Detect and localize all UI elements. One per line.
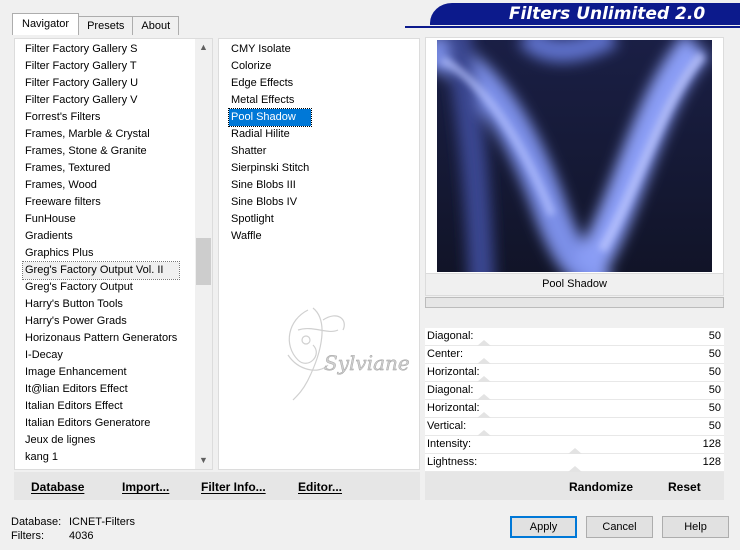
scroll-down-icon[interactable]: ▼	[195, 452, 212, 469]
category-item[interactable]: I-Decay	[23, 347, 179, 364]
watermark-text: Sylviane	[324, 351, 410, 375]
category-item[interactable]: Frames, Textured	[23, 160, 179, 177]
randomize-button[interactable]: Randomize	[569, 480, 633, 494]
reset-button[interactable]: Reset	[668, 480, 701, 494]
category-item[interactable]: Frames, Stone & Granite	[23, 143, 179, 160]
category-item[interactable]: Forrest's Filters	[23, 109, 179, 126]
preview-frame	[425, 37, 724, 274]
tab-navigator[interactable]: Navigator	[12, 13, 80, 35]
filter-item[interactable]: CMY Isolate	[229, 41, 311, 58]
database-label: Database:	[11, 516, 62, 528]
filter-items: CMY Isolate Colorize Edge Effects Metal Eff…	[227, 41, 313, 245]
scrollbar-thumb[interactable]	[196, 238, 211, 285]
app-banner: Filters Unlimited 2.0	[430, 3, 740, 25]
category-item[interactable]: It@lian Editors Effect	[23, 381, 179, 398]
help-button[interactable]: Help	[662, 516, 729, 538]
parameter-panel: Diagonal: 50 Center: 50 Horizontal: 50 Diagona…	[425, 328, 724, 472]
scroll-up-icon[interactable]: ▲	[195, 39, 212, 56]
category-item[interactable]: Italian Editors Effect	[23, 398, 179, 415]
category-list[interactable]: Filter Factory Gallery S Filter Factory G…	[14, 38, 213, 470]
parameter-label: Intensity:	[427, 438, 472, 450]
database-value: ICNET-Filters	[69, 516, 135, 528]
parameter-value: 50	[708, 348, 721, 360]
category-item[interactable]: Harry's Power Grads	[23, 313, 179, 330]
parameter-slider[interactable]: Horizontal: 50	[425, 400, 724, 418]
category-item[interactable]: Graphics Plus	[23, 245, 179, 262]
parameter-value: 50	[708, 384, 721, 396]
filter-item[interactable]: Spotlight	[229, 211, 311, 228]
filter-info-button[interactable]: Filter Info...	[201, 480, 266, 494]
parameter-label: Diagonal:	[427, 330, 474, 342]
category-item[interactable]: Filter Factory Gallery V	[23, 92, 179, 109]
parameter-slider[interactable]: Lightness: 128	[425, 454, 724, 472]
parameter-slider[interactable]: Diagonal: 50	[425, 328, 724, 346]
import-button[interactable]: Import...	[122, 480, 169, 494]
category-item[interactable]: Image Enhancement	[23, 364, 179, 381]
parameter-value: 50	[708, 402, 721, 414]
watermark-logo: Sylviane	[287, 307, 410, 401]
progress-bar	[425, 297, 724, 308]
category-item[interactable]: kang 1	[23, 449, 179, 466]
parameter-value: 50	[708, 420, 721, 432]
database-button[interactable]: Database	[31, 480, 84, 494]
tab-bar: Navigator Presets About	[12, 13, 180, 35]
filters-label: Filters:	[11, 530, 44, 542]
status-labels: Database: Filters:	[11, 515, 61, 543]
category-item[interactable]: Frames, Wood	[23, 177, 179, 194]
left-toolbar: Database Import... Filter Info... Editor…	[14, 472, 420, 500]
parameter-value: 128	[702, 438, 721, 450]
parameter-slider[interactable]: Center: 50	[425, 346, 724, 364]
editor-button[interactable]: Editor...	[298, 480, 342, 494]
parameter-label: Horizontal:	[427, 402, 480, 414]
right-toolbar: Randomize Reset	[425, 472, 724, 500]
filter-item[interactable]: Sine Blobs III	[229, 177, 311, 194]
category-item[interactable]: Horizonaus Pattern Generators	[23, 330, 179, 347]
parameter-value: 50	[708, 366, 721, 378]
parameter-slider[interactable]: Intensity: 128	[425, 436, 724, 454]
parameter-label: Vertical:	[427, 420, 467, 432]
category-item[interactable]: Greg's Factory Output Vol. II	[21, 261, 181, 280]
category-item[interactable]: Italian Editors Generatore	[23, 415, 179, 432]
parameter-label: Horizontal:	[427, 366, 480, 378]
filter-item[interactable]: Metal Effects	[229, 92, 311, 109]
category-item[interactable]: Frames, Marble & Crystal	[23, 126, 179, 143]
parameter-slider[interactable]: Horizontal: 50	[425, 364, 724, 382]
cancel-button[interactable]: Cancel	[586, 516, 653, 538]
parameter-label: Center:	[427, 348, 464, 360]
filter-item[interactable]: Pool Shadow	[227, 108, 313, 127]
category-item[interactable]: Jeux de lignes	[23, 432, 179, 449]
parameter-value: 128	[702, 456, 721, 468]
filter-name-label: Pool Shadow	[425, 274, 724, 296]
filters-count: 4036	[69, 530, 94, 542]
tab-about[interactable]: About	[132, 16, 180, 35]
category-item[interactable]: Freeware filters	[23, 194, 179, 211]
category-item[interactable]: Harry's Button Tools	[23, 296, 179, 313]
filter-item[interactable]: Sierpinski Stitch	[229, 160, 311, 177]
filter-item[interactable]: Waffle	[229, 228, 311, 245]
parameter-value: 50	[708, 330, 721, 342]
category-items: Filter Factory Gallery S Filter Factory G…	[21, 41, 181, 466]
apply-button[interactable]: Apply	[510, 516, 577, 538]
category-item[interactable]: Filter Factory Gallery U	[23, 75, 179, 92]
parameter-slider[interactable]: Diagonal: 50	[425, 382, 724, 400]
filter-item[interactable]: Edge Effects	[229, 75, 311, 92]
category-scrollbar[interactable]: ▲ ▼	[195, 39, 212, 469]
category-item[interactable]: Filter Factory Gallery T	[23, 58, 179, 75]
category-item[interactable]: Greg's Factory Output	[23, 279, 179, 296]
preview-image	[437, 40, 712, 272]
filter-item[interactable]: Sine Blobs IV	[229, 194, 311, 211]
parameter-slider[interactable]: Vertical: 50	[425, 418, 724, 436]
category-item[interactable]: Gradients	[23, 228, 179, 245]
filter-item[interactable]: Shatter	[229, 143, 311, 160]
status-values: ICNET-Filters 4036	[69, 515, 135, 543]
parameter-label: Lightness:	[427, 456, 478, 468]
category-item[interactable]: Filter Factory Gallery S	[23, 41, 179, 58]
filter-item[interactable]: Radial Hilite	[229, 126, 311, 143]
banner-underline	[405, 26, 740, 28]
category-item[interactable]: FunHouse	[23, 211, 179, 228]
filter-item[interactable]: Colorize	[229, 58, 311, 75]
tab-presets[interactable]: Presets	[78, 16, 134, 35]
parameter-label: Diagonal:	[427, 384, 474, 396]
